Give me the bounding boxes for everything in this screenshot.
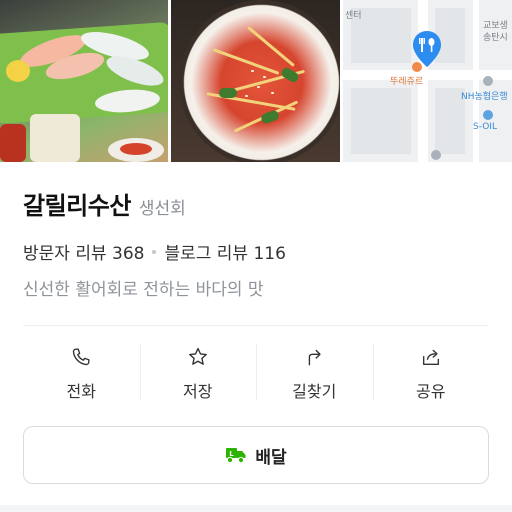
separator-dot bbox=[152, 249, 157, 254]
map-label-school2: 송탄시 bbox=[483, 33, 508, 43]
call-button[interactable]: 전화 bbox=[23, 338, 140, 410]
map-label-oil: S-OIL bbox=[473, 122, 497, 132]
sesame bbox=[263, 76, 266, 78]
call-label: 전화 bbox=[66, 382, 96, 401]
bank-poi-icon bbox=[483, 76, 493, 86]
section-divider bbox=[0, 505, 512, 512]
place-header: 갈릴리수산 생선회 bbox=[23, 186, 186, 221]
divider bbox=[23, 325, 489, 326]
map-label-center: 센터 bbox=[345, 11, 362, 21]
map-pin-icon bbox=[413, 31, 441, 67]
delivery-label: 배달 bbox=[255, 447, 287, 468]
poi-icon bbox=[431, 150, 441, 160]
sesame bbox=[251, 70, 254, 72]
share-button[interactable]: 공유 bbox=[372, 338, 490, 410]
directions-icon bbox=[308, 349, 321, 366]
action-bar: 전화 저장 길찾기 공유 bbox=[23, 338, 489, 410]
blog-review-link[interactable]: 블로그 리뷰 116 bbox=[164, 239, 285, 264]
oil-poi-icon bbox=[483, 110, 493, 120]
share-label: 공유 bbox=[416, 382, 446, 401]
review-summary: 방문자 리뷰 368 블로그 리뷰 116 bbox=[23, 239, 286, 264]
map-block bbox=[351, 88, 411, 154]
road bbox=[473, 0, 479, 162]
directions-label: 길찾기 bbox=[292, 382, 337, 401]
sesame bbox=[257, 86, 260, 88]
delivery-button[interactable]: L 배달 bbox=[23, 426, 489, 484]
save-label: 저장 bbox=[183, 382, 213, 401]
map-label-bank: NH농협은행 bbox=[461, 92, 508, 102]
directions-button[interactable]: 길찾기 bbox=[256, 338, 373, 410]
star-icon bbox=[188, 347, 207, 365]
sesame bbox=[245, 95, 248, 97]
place-description: 신선한 활어회로 전하는 바다의 맛 bbox=[23, 280, 264, 300]
delivery-truck-icon: L bbox=[226, 448, 246, 464]
sauce bbox=[120, 143, 152, 155]
sashimi-photo[interactable] bbox=[0, 0, 168, 162]
phone-icon bbox=[73, 348, 90, 366]
sauce-dish bbox=[0, 124, 26, 162]
spicy-noodle-photo[interactable] bbox=[171, 0, 340, 162]
svg-text:L: L bbox=[230, 450, 235, 458]
save-button[interactable]: 저장 bbox=[139, 338, 257, 410]
sesame bbox=[271, 92, 274, 94]
place-name: 갈릴리수산 bbox=[23, 192, 131, 220]
place-category: 생선회 bbox=[138, 199, 186, 219]
garlic-dish bbox=[30, 114, 80, 162]
visitor-review-link[interactable]: 방문자 리뷰 368 bbox=[23, 239, 144, 264]
map-thumbnail[interactable]: 센터 교보생 송탄시 뚜레쥬르 NH농협은행 S-OIL bbox=[343, 0, 512, 162]
lemon bbox=[6, 60, 30, 82]
greens bbox=[219, 88, 237, 98]
map-label-bakery: 뚜레쥬르 bbox=[390, 77, 424, 87]
share-icon bbox=[422, 349, 439, 366]
photo-strip: 센터 교보생 송탄시 뚜레쥬르 NH농협은행 S-OIL bbox=[0, 0, 512, 162]
